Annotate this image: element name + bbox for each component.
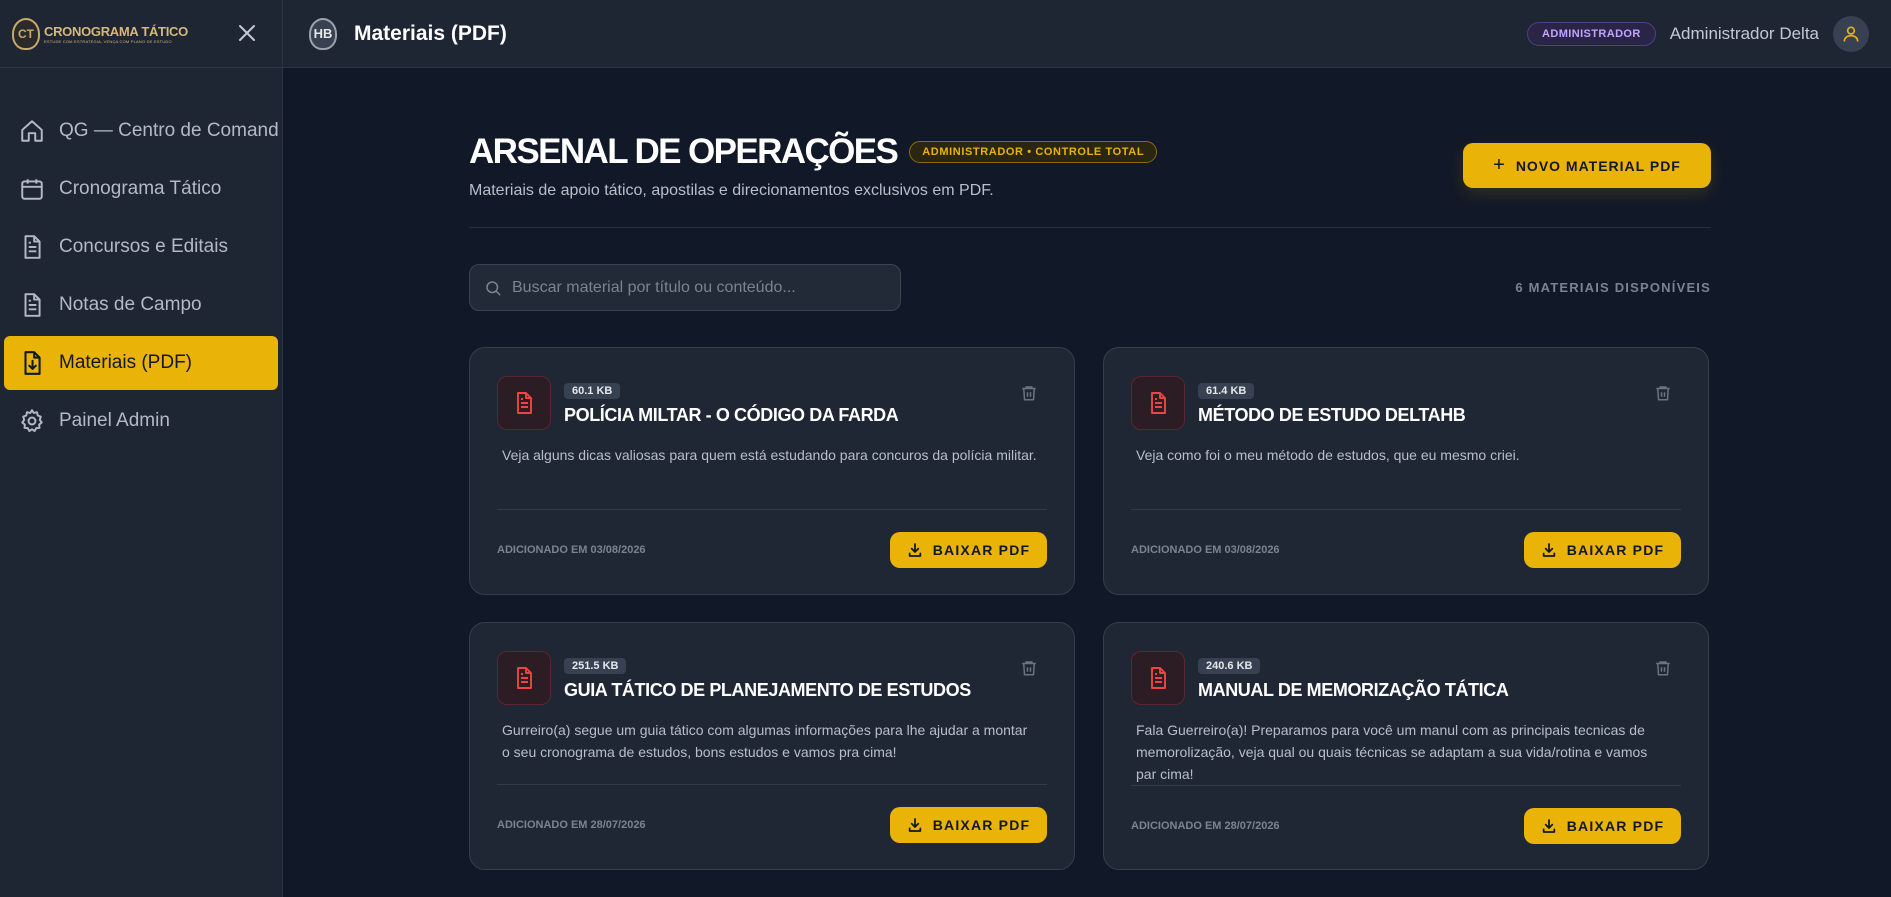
download-label: BAIXAR PDF	[932, 542, 1031, 558]
material-card: 61.4 KB MÉTODO DE ESTUDO DELTAHB Veja co…	[1103, 347, 1709, 595]
file-size-badge: 240.6 KB	[1198, 658, 1261, 674]
admin-chip: ADMINISTRADOR • CONTROLE TOTAL	[909, 141, 1158, 163]
pdf-file-icon	[1131, 651, 1185, 705]
page-title: ARSENAL DE OPERAÇÕES	[469, 132, 899, 171]
materials-count: 6 MATERIAIS DISPONÍVEIS	[1515, 280, 1711, 295]
document-icon	[24, 293, 41, 317]
gear-icon	[21, 409, 43, 433]
material-title: MANUAL DE MEMORIZAÇÃO TÁTICA	[1198, 680, 1509, 700]
sidebar-item-admin[interactable]: Painel Admin	[4, 394, 278, 448]
new-material-label: NOVO MATERIAL PDF	[1515, 157, 1681, 174]
sidebar-item-qg[interactable]: QG — Centro de Comando	[4, 104, 278, 158]
page-header: ARSENAL DE OPERAÇÕES ADMINISTRADOR • CON…	[469, 68, 1711, 228]
download-icon	[908, 818, 921, 832]
trash-icon[interactable]	[1654, 384, 1672, 402]
download-icon	[1542, 819, 1555, 833]
download-label: BAIXAR PDF	[1566, 542, 1665, 558]
material-title: MÉTODO DE ESTUDO DELTAHB	[1198, 405, 1466, 425]
download-pdf-button[interactable]: BAIXAR PDF	[890, 807, 1047, 843]
download-label: BAIXAR PDF	[1566, 818, 1665, 834]
file-size-badge: 251.5 KB	[564, 658, 627, 674]
home-icon	[21, 120, 43, 142]
sidebar-item-label: Notas de Campo	[59, 294, 202, 315]
sidebar-item-label: Concursos e Editais	[59, 236, 228, 257]
file-download-icon	[24, 351, 41, 375]
user-icon	[1843, 26, 1859, 42]
brand-logo: CT	[12, 17, 40, 50]
download-icon	[908, 543, 921, 557]
main-content: ARSENAL DE OPERAÇÕES ADMINISTRADOR • CON…	[469, 68, 1711, 870]
role-badge: ADMINISTRADOR	[1527, 21, 1656, 46]
sidebar-item-label: Cronograma Tático	[59, 178, 222, 199]
topbar: HB Materiais (PDF) ADMINISTRADOR Adminis…	[283, 0, 1891, 68]
file-size-badge: 60.1 KB	[564, 383, 621, 399]
sidebar-item-cronograma[interactable]: Cronograma Tático	[4, 162, 278, 216]
app-logo: HB	[309, 17, 337, 50]
plus-icon: +	[1493, 154, 1506, 176]
download-icon	[1542, 543, 1555, 557]
added-date: ADICIONADO EM 28/07/2026	[497, 819, 646, 831]
search-icon	[486, 280, 501, 295]
sidebar-item-notas[interactable]: Notas de Campo	[4, 278, 278, 332]
search-input[interactable]	[512, 278, 892, 297]
sidebar-item-concursos[interactable]: Concursos e Editais	[4, 220, 278, 274]
close-sidebar-button[interactable]	[236, 22, 258, 44]
material-title: POLÍCIA MILTAR - O CÓDIGO DA FARDA	[564, 405, 899, 425]
download-pdf-button[interactable]: BAIXAR PDF	[890, 532, 1047, 568]
pdf-file-icon	[497, 651, 551, 705]
user-area: ADMINISTRADOR Administrador Delta	[1527, 15, 1869, 52]
sidebar-item-label: Painel Admin	[59, 410, 170, 431]
material-description: Veja alguns dicas valiosas para quem est…	[502, 447, 1037, 463]
page-header-title: Materiais (PDF)	[354, 21, 507, 45]
added-date: ADICIONADO EM 03/08/2026	[497, 544, 646, 556]
material-card: 251.5 KB GUIA TÁTICO DE PLANEJAMENTO DE …	[469, 622, 1075, 870]
sidebar-item-label: QG — Centro de Comando	[59, 120, 278, 141]
calendar-icon	[21, 179, 43, 200]
sidebar-header: CT CRONOGRAMA TÁTICO ESTUDE COM ESTRATÉG…	[0, 0, 282, 68]
download-pdf-button[interactable]: BAIXAR PDF	[1524, 532, 1681, 568]
trash-icon[interactable]	[1020, 384, 1038, 402]
material-title: GUIA TÁTICO DE PLANEJAMENTO DE ESTUDOS	[564, 680, 971, 700]
material-description: Gurreiro(a) segue um guia tático com alg…	[502, 722, 1028, 760]
search-box	[469, 264, 901, 311]
file-size-badge: 61.4 KB	[1198, 383, 1255, 399]
brand-subtitle: ESTUDE COM ESTRATÉGIA, VENÇA COM PLANO D…	[44, 38, 172, 44]
new-material-button[interactable]: + NOVO MATERIAL PDF	[1463, 143, 1711, 188]
trash-icon[interactable]	[1654, 659, 1672, 677]
user-name: Administrador Delta	[1669, 23, 1819, 43]
download-pdf-button[interactable]: BAIXAR PDF	[1524, 808, 1681, 844]
pdf-file-icon	[1131, 376, 1185, 430]
material-card: 60.1 KB POLÍCIA MILTAR - O CÓDIGO DA FAR…	[469, 347, 1075, 595]
avatar[interactable]	[1833, 15, 1869, 52]
brand-title: CRONOGRAMA TÁTICO	[44, 23, 188, 39]
document-icon	[24, 235, 41, 259]
download-label: BAIXAR PDF	[932, 817, 1031, 833]
material-description: Fala Guerreiro(a)! Preparamos para você …	[1136, 722, 1648, 782]
sidebar-item-label: Materiais (PDF)	[59, 352, 193, 373]
brand: CRONOGRAMA TÁTICO ESTUDE COM ESTRATÉGIA,…	[44, 24, 188, 44]
sidebar-nav: QG — Centro de Comando Cronograma Tático…	[0, 68, 282, 448]
close-icon	[239, 25, 255, 41]
pdf-file-icon	[497, 376, 551, 430]
added-date: ADICIONADO EM 28/07/2026	[1131, 820, 1280, 832]
added-date: ADICIONADO EM 03/08/2026	[1131, 544, 1280, 556]
material-card: 240.6 KB MANUAL DE MEMORIZAÇÃO TÁTICA Fa…	[1103, 622, 1709, 870]
sidebar: CT CRONOGRAMA TÁTICO ESTUDE COM ESTRATÉG…	[0, 0, 283, 897]
material-description: Veja como foi o meu método de estudos, q…	[1136, 447, 1520, 463]
search-row: 6 MATERIAIS DISPONÍVEIS	[469, 264, 1711, 311]
materials-grid: 60.1 KB POLÍCIA MILTAR - O CÓDIGO DA FAR…	[469, 347, 1711, 870]
trash-icon[interactable]	[1020, 659, 1038, 677]
sidebar-item-materiais[interactable]: Materiais (PDF)	[4, 336, 278, 390]
